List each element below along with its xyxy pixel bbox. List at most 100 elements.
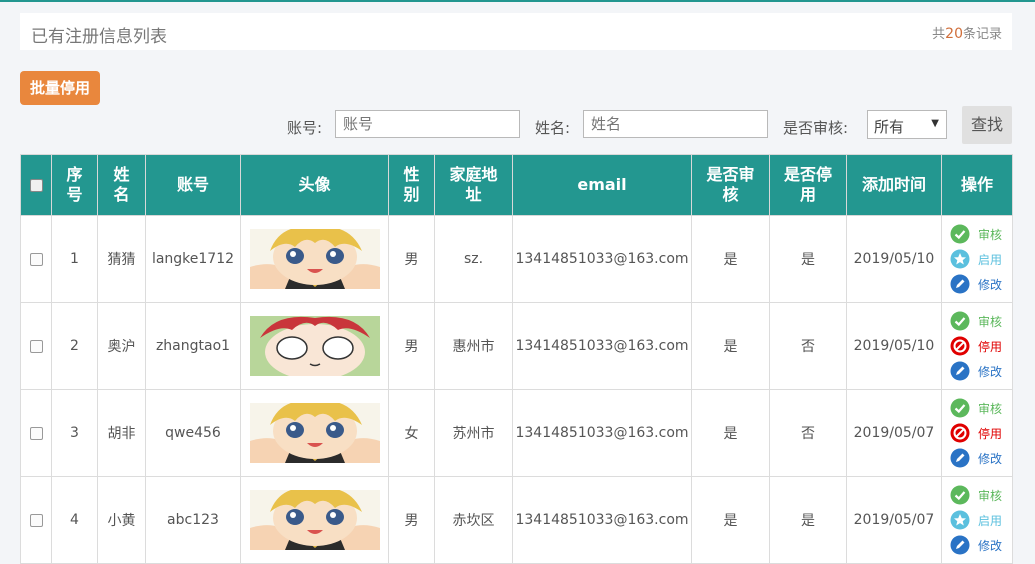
cell-no: 3 [51,389,98,477]
column-header: 是否停用 [769,154,847,216]
table-row: 1 猜猜 langke1712 男 sz. 13414851033@163.com 是是 20… [20,215,1013,303]
cell-email: 13414851033@163.com [512,476,692,564]
row-checkbox[interactable] [29,252,43,266]
column-header: 头像 [240,154,389,216]
cell-gender: 女 [388,389,435,477]
cell-address: 苏州市 [434,389,513,477]
action-label: 启用 [978,513,1003,528]
cell-gender: 男 [388,215,435,303]
record-count-prefix: 共 [932,27,946,42]
avatar [250,490,380,550]
row-checkbox[interactable] [29,513,43,527]
table-header-row: 序号 姓名 账号 头像 性别 家庭地址 email 是否审核 是否停用 添加时间… [20,154,1013,216]
ban-icon [950,336,970,356]
cell-audited: 是 [691,389,770,477]
table-body: 1 猜猜 langke1712 男 sz. 13414851033@163.com 是是 20… [20,215,1013,564]
pencil-icon [950,361,970,381]
action-check-circle[interactable]: 审核 [950,396,1012,421]
name-label: 姓名: [535,119,571,137]
action-pencil[interactable]: 修改 [950,533,1012,558]
select-all-checkbox[interactable] [29,179,43,192]
action-check-circle[interactable]: 审核 [950,222,1012,247]
cell-avatar [240,215,389,303]
cell-disabled: 否 [769,302,847,390]
action-label: 审核 [978,314,1003,329]
cell-address: 赤坎区 [434,476,513,564]
cell-email: 13414851033@163.com [512,302,692,390]
action-check-circle[interactable]: 审核 [950,309,1012,334]
pencil-icon [950,535,970,555]
action-star[interactable]: 启用 [950,508,1012,533]
column-header: 添加时间 [846,154,942,216]
cell-audited: 是 [691,215,770,303]
action-ban[interactable]: 停用 [950,421,1012,446]
account-input[interactable] [335,110,520,138]
cell-added: 2019/05/07 [846,476,942,564]
column-header: 序号 [51,154,98,216]
cell-account: langke1712 [145,215,241,303]
check-circle-icon [950,485,970,505]
cell-audited: 是 [691,302,770,390]
cell-actions: 审核 启用 修改 [941,215,1013,303]
action-pencil[interactable]: 修改 [950,272,1012,297]
action-label: 审核 [978,401,1003,416]
ban-icon [950,423,970,443]
cell-email: 13414851033@163.com [512,389,692,477]
name-input[interactable] [583,110,768,138]
row-checkbox[interactable] [29,339,43,353]
action-check-circle[interactable]: 审核 [950,483,1012,508]
select-all-cell [20,154,52,216]
action-label: 审核 [978,227,1003,242]
record-count-number: 20 [945,26,963,42]
cell-actions: 审核停用修改 [941,302,1013,390]
cell-address: 惠州市 [434,302,513,390]
cell-name: 奥沪 [97,302,146,390]
action-label: 修改 [978,277,1003,292]
action-label: 停用 [978,339,1003,354]
row-checkbox[interactable] [29,426,43,440]
account-label: 账号: [287,119,323,137]
batch-disable-button[interactable]: 批量停用 [20,71,100,105]
action-ban[interactable]: 停用 [950,334,1012,359]
cell-avatar [240,389,389,477]
cell-added: 2019/05/07 [846,389,942,477]
user-table: 序号 姓名 账号 头像 性别 家庭地址 email 是否审核 是否停用 添加时间… [20,154,1013,564]
search-button[interactable]: 查找 [962,106,1012,144]
action-star[interactable]: 启用 [950,247,1012,272]
top-accent-line [0,0,1035,2]
action-label: 启用 [978,252,1003,267]
action-pencil[interactable]: 修改 [950,359,1012,384]
cell-name: 猜猜 [97,215,146,303]
cell-audited: 是 [691,476,770,564]
cell-no: 4 [51,476,98,564]
cell-disabled: 是 [769,215,847,303]
cell-account: qwe456 [145,389,241,477]
action-pencil[interactable]: 修改 [950,446,1012,471]
cell-no: 2 [51,302,98,390]
cell-email: 13414851033@163.com [512,215,692,303]
chevron-down-icon: ▼ [931,118,939,129]
action-label: 审核 [978,488,1003,503]
cell-address: sz. [434,215,513,303]
column-header: 性别 [388,154,435,216]
row-select-cell [20,389,52,477]
pencil-icon [950,448,970,468]
cell-avatar [240,476,389,564]
star-icon [950,510,970,530]
check-circle-icon [950,311,970,331]
column-header: 操作 [941,154,1013,216]
cell-actions: 审核 停用 修改 [941,389,1013,477]
cell-added: 2019/05/10 [846,215,942,303]
action-label: 修改 [978,538,1003,553]
cell-account: zhangtao1 [145,302,241,390]
action-label: 停用 [978,426,1003,441]
column-header: 家庭地址 [434,154,513,216]
page-title: 已有注册信息列表 [31,27,167,47]
action-label: 修改 [978,451,1003,466]
cell-name: 小黄 [97,476,146,564]
audit-filter-select[interactable]: 所有 ▼ [867,110,947,139]
cell-gender: 男 [388,302,435,390]
avatar [250,229,380,289]
cell-actions: 审核 启用 修改 [941,476,1013,564]
audit-filter-label: 是否审核: [783,119,849,137]
